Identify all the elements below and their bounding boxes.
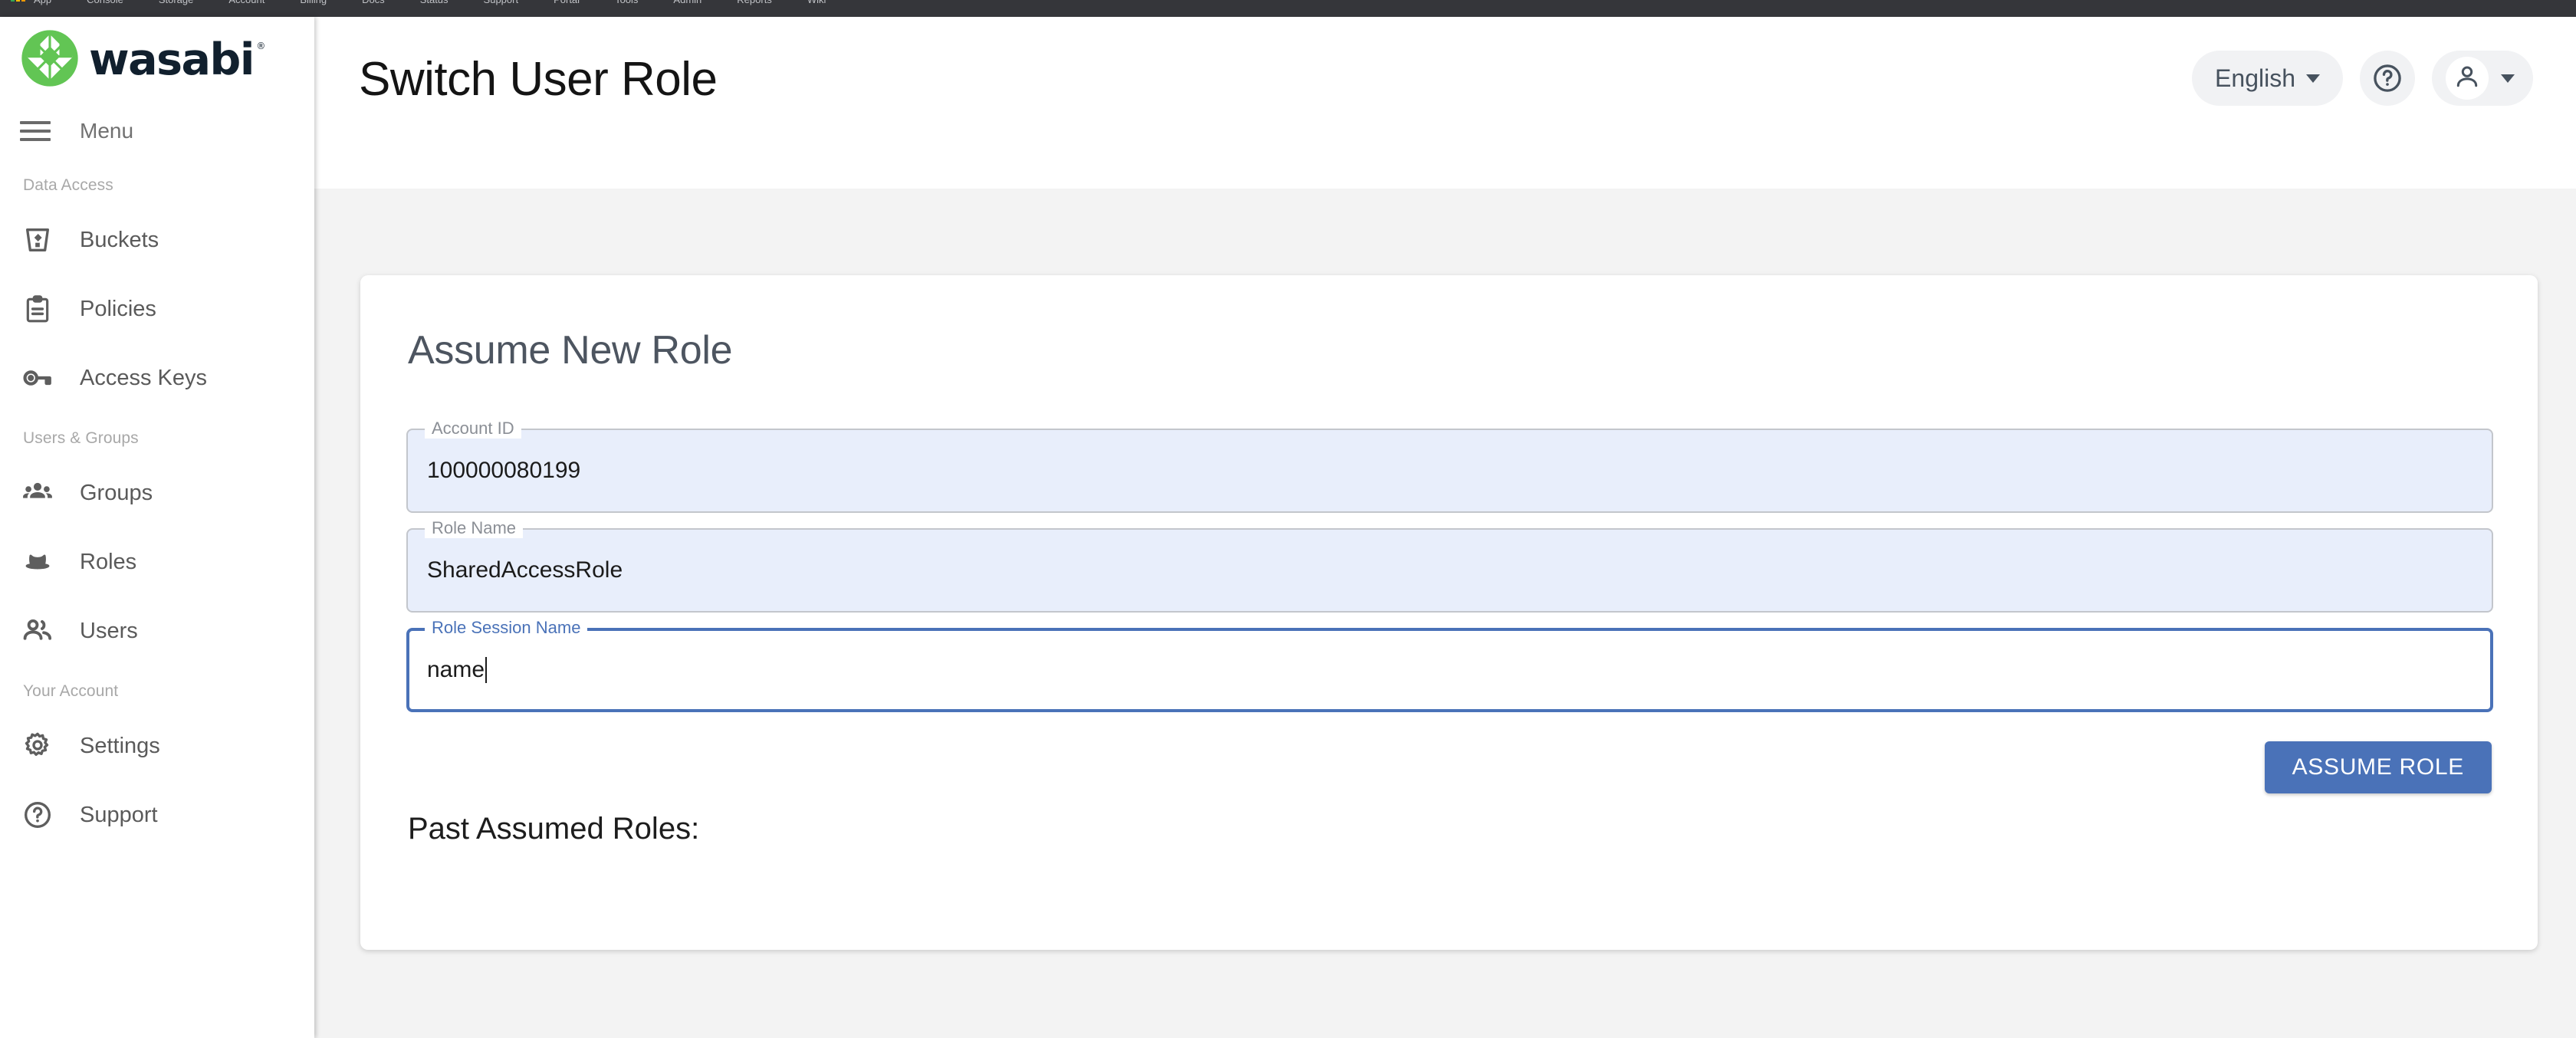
sidebar-item-label: Users bbox=[80, 618, 138, 643]
language-label: English bbox=[2215, 64, 2295, 92]
bookmark-item[interactable]: Support bbox=[484, 0, 519, 5]
chevron-down-icon bbox=[2501, 74, 2515, 83]
bookmark-item[interactable]: Tools bbox=[615, 0, 638, 5]
sidebar-item-label: Groups bbox=[80, 480, 153, 505]
bookmark-item[interactable]: Account bbox=[228, 0, 264, 5]
help-button[interactable] bbox=[2360, 51, 2415, 106]
trademark-symbol: ® bbox=[256, 40, 265, 51]
groups-icon bbox=[20, 475, 55, 511]
sidebar-item-label: Roles bbox=[80, 549, 137, 574]
bookmark-item[interactable]: Billing bbox=[300, 0, 327, 5]
page-title: Switch User Role bbox=[359, 53, 718, 106]
sidebar-item-users[interactable]: Users bbox=[0, 596, 314, 665]
header-actions: English bbox=[2192, 51, 2533, 106]
role-session-name-value-wrap: name bbox=[427, 628, 488, 712]
bookmark-item[interactable]: Console bbox=[87, 0, 123, 5]
assume-role-button[interactable]: ASSUME ROLE bbox=[2264, 741, 2492, 793]
role-session-name-field[interactable]: Role Session Name name bbox=[406, 618, 2493, 712]
nav-section-users-groups: Users & Groups bbox=[23, 429, 139, 447]
sidebar-item-access-keys[interactable]: Access Keys bbox=[0, 343, 314, 412]
browser-toolbar-strip: App Console Storage Account Billing Docs… bbox=[0, 0, 2576, 17]
person-icon bbox=[2453, 62, 2482, 95]
avatar bbox=[2446, 57, 2489, 100]
field-outline bbox=[406, 628, 2493, 712]
app-root: wasabi ® Menu Data Access Buckets Polici… bbox=[0, 17, 2576, 1038]
sidebar-item-buckets[interactable]: Buckets bbox=[0, 205, 314, 274]
fedora-hat-icon bbox=[20, 544, 55, 580]
card-title: Assume New Role bbox=[408, 328, 733, 373]
content-area: Assume New Role Account ID 100000080199 … bbox=[314, 189, 2576, 1038]
bookmark-item[interactable]: Portal bbox=[554, 0, 580, 5]
language-selector[interactable]: English bbox=[2192, 51, 2343, 106]
brand-wordmark: wasabi ® bbox=[89, 34, 265, 85]
key-icon bbox=[20, 360, 55, 396]
sidebar-item-policies[interactable]: Policies bbox=[0, 274, 314, 343]
past-assumed-roles-label: Past Assumed Roles: bbox=[408, 812, 700, 846]
sidebar-item-label: Access Keys bbox=[80, 365, 207, 390]
role-name-value: SharedAccessRole bbox=[427, 557, 623, 583]
chevron-down-icon bbox=[2306, 74, 2320, 83]
role-session-name-value: name bbox=[427, 657, 485, 682]
sidebar-item-support[interactable]: Support bbox=[0, 780, 314, 849]
bookmark-item[interactable]: Admin bbox=[673, 0, 702, 5]
sidebar-item-label: Settings bbox=[80, 733, 160, 758]
page-header: Switch User Role English bbox=[314, 17, 2576, 189]
menu-toggle[interactable]: Menu bbox=[0, 103, 314, 159]
role-name-field[interactable]: Role Name SharedAccessRole bbox=[406, 518, 2493, 613]
account-id-value: 100000080199 bbox=[427, 458, 581, 483]
sidebar-item-roles[interactable]: Roles bbox=[0, 527, 314, 596]
clipboard-icon bbox=[20, 291, 55, 327]
menu-label: Menu bbox=[80, 119, 134, 143]
account-menu[interactable] bbox=[2432, 51, 2533, 106]
bookmarks-bar[interactable]: App Console Storage Account Billing Docs… bbox=[0, 0, 2576, 8]
account-id-field[interactable]: Account ID 100000080199 bbox=[406, 419, 2493, 513]
bookmark-item[interactable]: Status bbox=[420, 0, 449, 5]
assume-role-card: Assume New Role Account ID 100000080199 … bbox=[360, 275, 2538, 950]
sidebar: wasabi ® Menu Data Access Buckets Polici… bbox=[0, 17, 314, 1038]
bookmark-item[interactable]: Storage bbox=[159, 0, 194, 5]
help-circle-icon bbox=[2371, 62, 2404, 94]
sidebar-item-label: Buckets bbox=[80, 227, 159, 252]
hamburger-icon bbox=[20, 121, 51, 141]
nav-section-data-access: Data Access bbox=[23, 176, 113, 194]
field-outline bbox=[406, 429, 2493, 513]
help-circle-icon bbox=[20, 797, 55, 833]
sidebar-item-settings[interactable]: Settings bbox=[0, 711, 314, 780]
sidebar-item-label: Policies bbox=[80, 296, 156, 321]
bookmark-item[interactable]: Wiki bbox=[807, 0, 826, 5]
bookmark-item[interactable]: Reports bbox=[737, 0, 772, 5]
brand-logo[interactable]: wasabi ® bbox=[0, 17, 314, 103]
bookmark-item[interactable]: Docs bbox=[362, 0, 385, 5]
field-outline bbox=[406, 528, 2493, 613]
wasabi-leaf-logo-icon bbox=[20, 28, 80, 92]
sidebar-item-groups[interactable]: Groups bbox=[0, 458, 314, 527]
bucket-icon bbox=[20, 222, 55, 258]
bookmark-item[interactable]: App bbox=[34, 0, 51, 5]
sidebar-item-label: Support bbox=[80, 802, 158, 827]
nav-section-your-account: Your Account bbox=[23, 682, 119, 700]
text-cursor bbox=[485, 657, 488, 683]
gear-icon bbox=[20, 728, 55, 764]
users-icon bbox=[20, 613, 55, 649]
